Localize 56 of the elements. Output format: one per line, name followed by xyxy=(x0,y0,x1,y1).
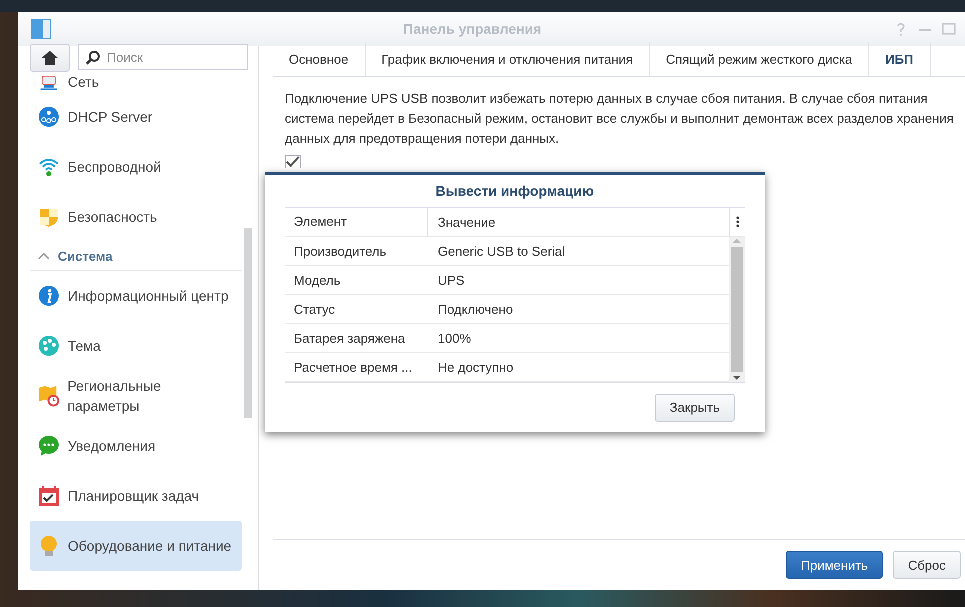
sidebar-item-icon xyxy=(38,385,60,407)
close-button[interactable]: Закрыть xyxy=(654,394,735,422)
column-menu-icon[interactable] xyxy=(736,216,740,228)
table-cell-text: Не доступно xyxy=(437,360,515,374)
table-cell-text: Производитель xyxy=(293,244,388,258)
table-cell-text: Модель xyxy=(293,272,342,288)
sidebar-item-icon xyxy=(38,335,60,357)
column-header[interactable]: Значение xyxy=(428,214,729,230)
column-header[interactable]: Элемент xyxy=(285,208,428,236)
tab[interactable]: ИБП xyxy=(869,42,931,76)
sidebar-item[interactable]: Информационный центр xyxy=(30,271,242,321)
home-icon xyxy=(41,50,59,66)
sidebar-item[interactable]: Сеть xyxy=(30,72,242,92)
sidebar-item[interactable]: Региональные параметры xyxy=(30,371,242,421)
sidebar-item-icon xyxy=(38,156,60,178)
sidebar-item-icon xyxy=(38,74,60,92)
section-header[interactable]: Система xyxy=(30,242,242,271)
sidebar-item[interactable]: Тема xyxy=(30,321,242,371)
caret-icon xyxy=(38,252,50,260)
sidebar-item[interactable]: Безопасность xyxy=(30,192,242,242)
table-cell-text: Generic USB to Serial xyxy=(437,244,566,258)
table-cell-text: Батарея заряжена xyxy=(293,330,406,346)
sidebar-item[interactable]: Беспроводной xyxy=(30,142,242,192)
sidebar-item-icon xyxy=(38,285,60,307)
scrollbar[interactable] xyxy=(244,228,252,418)
sidebar-item-icon xyxy=(38,485,60,507)
tab[interactable]: Спящий режим жесткого диска xyxy=(650,42,870,76)
window-title: Панель управления xyxy=(402,21,543,37)
app-icon xyxy=(30,18,52,40)
scroll-up-icon[interactable] xyxy=(732,237,742,245)
search-field[interactable]: Поиск xyxy=(78,44,248,70)
checkmark-icon xyxy=(286,156,300,168)
sidebar-item-icon xyxy=(38,435,60,457)
sidebar-item-icon xyxy=(38,535,60,557)
tab[interactable]: Основное xyxy=(273,42,366,76)
dialog-title: Вывести информацию xyxy=(434,182,596,201)
description-text: Подключение UPS USB позволит избежать потерю данных в случае сбоя питания. В случае сбоя питания система перейдет в Безопасный режим, остановит все службы и выполнит демонтаж всех разделов хранения данных для предотвращения потери данных. xyxy=(284,90,955,148)
sidebar-item[interactable]: Планировщик задач xyxy=(30,471,242,521)
table-cell-text: Расчетное время ... xyxy=(293,360,414,374)
reset-button[interactable]: Сброс xyxy=(893,551,961,579)
sidebar-item-icon xyxy=(38,106,60,128)
home-button[interactable] xyxy=(30,44,70,72)
sidebar-item[interactable]: DHCP Server xyxy=(30,92,242,142)
scrollbar[interactable] xyxy=(729,237,745,382)
table-cell-text: Подключено xyxy=(437,302,514,316)
table-cell-text: Статус xyxy=(293,302,336,316)
tab[interactable]: График включения и отключения питания xyxy=(366,42,650,76)
sidebar-item[interactable]: Уведомления xyxy=(30,421,242,471)
sidebar-item[interactable]: Оборудование и питание xyxy=(30,521,242,571)
checkbox[interactable] xyxy=(285,155,301,168)
maximize-icon[interactable] xyxy=(941,21,957,37)
table-cell-text: UPS xyxy=(437,272,466,288)
table-cell-text: 100% xyxy=(437,330,472,346)
scroll-down-icon[interactable] xyxy=(732,374,742,382)
sidebar-item-icon xyxy=(38,206,60,228)
apply-button[interactable]: Применить xyxy=(786,551,884,579)
